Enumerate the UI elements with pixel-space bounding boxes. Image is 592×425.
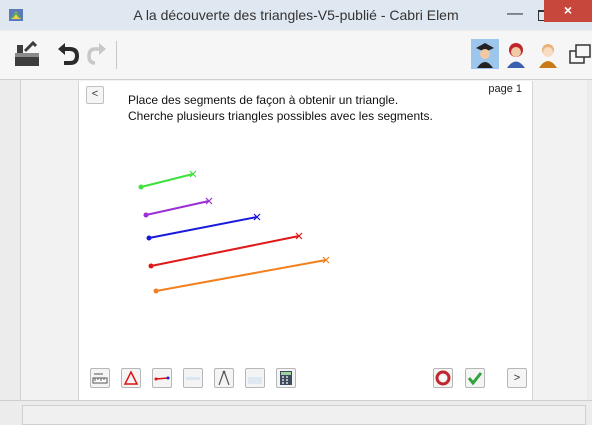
undo-icon[interactable]: [56, 39, 80, 69]
redo-icon[interactable]: [86, 39, 108, 69]
ruler-tool-icon[interactable]: [90, 368, 110, 388]
toolbar-separator: [116, 41, 117, 69]
eraser-tool-icon[interactable]: [245, 368, 265, 388]
compass-tool-icon[interactable]: [214, 368, 234, 388]
activity-page: < page 1 Place des segments de façon à o…: [78, 81, 533, 400]
status-bar: [0, 400, 592, 425]
open-file-icon[interactable]: [12, 39, 46, 69]
minimize-button[interactable]: —: [502, 2, 528, 28]
close-button[interactable]: ×: [544, 0, 592, 22]
calculator-tool-icon[interactable]: [276, 368, 296, 388]
triangle-tool-icon[interactable]: [121, 368, 141, 388]
segment-blue[interactable]: [146, 213, 261, 241]
author-icon[interactable]: [535, 39, 561, 69]
blank-tool-icon[interactable]: [183, 368, 203, 388]
next-page-button[interactable]: >: [507, 368, 527, 388]
segment-tool-icon[interactable]: [152, 368, 172, 388]
student-icon[interactable]: [503, 39, 529, 69]
teacher-icon[interactable]: [471, 39, 499, 69]
reset-icon[interactable]: [433, 368, 453, 388]
title-bar: A la découverte des triangles-V5-publié …: [0, 0, 592, 30]
segment-canvas[interactable]: [79, 81, 532, 361]
segment-orange[interactable]: [153, 256, 330, 294]
fullscreen-icon[interactable]: [567, 39, 591, 69]
segment-purple[interactable]: [143, 197, 213, 218]
toolbar: [0, 31, 592, 80]
left-margin: [0, 80, 20, 420]
segment-green[interactable]: [138, 170, 197, 190]
segment-red[interactable]: [148, 232, 303, 269]
validate-icon[interactable]: [465, 368, 485, 388]
status-field: [22, 405, 586, 425]
